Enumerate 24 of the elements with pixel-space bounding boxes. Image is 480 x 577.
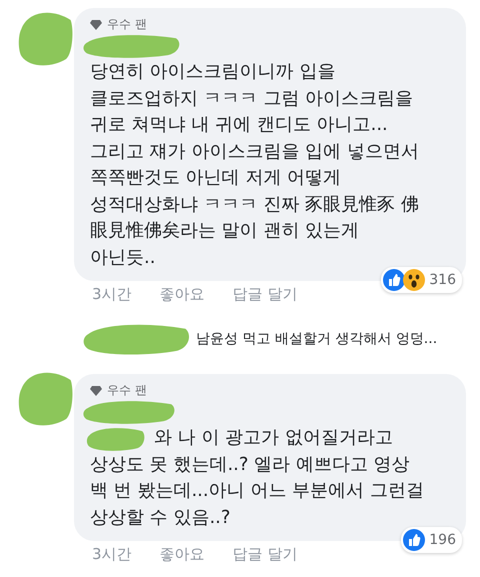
comment-text: 상상도 못 했는데..? 엘라 예쁘다고 영상 (90, 452, 411, 476)
comment-action-link[interactable]: 좋아요 (160, 285, 205, 304)
comment-text: 당연히 아이스크림이니까 입을 (90, 60, 336, 84)
diamond-icon (90, 386, 102, 396)
comment-text: 쪽쪽빤것도 아닌데 저게 어떻게 (90, 166, 342, 190)
diamond-icon (90, 20, 102, 30)
comment-text: 성적대상화냐 ㅋㅋㅋ 진짜 豕眼見惟豕 佛 (90, 192, 420, 216)
comment-text: 眼見惟佛矣라는 말이 괜히 있는게 (90, 219, 360, 243)
timestamp: 3시간 (92, 285, 132, 304)
reaction-pill[interactable]: 196 (401, 527, 462, 553)
reaction-pill[interactable]: 316 (381, 267, 462, 293)
top-fan-label: 우수 팬 (107, 16, 147, 33)
top-fan-label: 우수 팬 (107, 382, 147, 399)
comment-text: 귀로 쳐먹냐 내 귀에 캔디도 아니고... (90, 113, 389, 137)
comment-action-link[interactable]: 답글 달기 (232, 545, 298, 564)
comment-text: 그리고 쟤가 아이스크림을 입에 넣으면서 (90, 140, 420, 164)
comment-text: 상상할 수 있음..? (90, 506, 232, 530)
comment-text: 아닌듯.. (90, 246, 156, 270)
comment-action-link[interactable]: 좋아요 (160, 545, 205, 564)
timestamp: 3시간 (92, 545, 132, 564)
comment-action-link[interactable]: 답글 달기 (232, 285, 298, 304)
reply-preview[interactable]: 남윤성 먹고 배설할거 생각해서 엉덩... (196, 330, 438, 348)
comment-text: 백 번 봤는데...아니 어느 부분에서 그런걸 (90, 479, 425, 503)
comment-text: 클로즈업하지 ㅋㅋㅋ 그럼 아이스크림을 (90, 86, 414, 110)
